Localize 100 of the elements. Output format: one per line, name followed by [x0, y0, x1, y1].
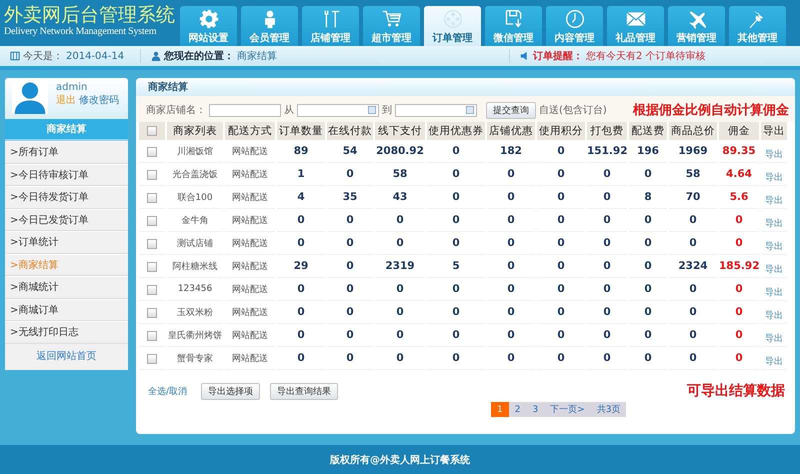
page-link[interactable]: 下一页>: [544, 402, 591, 417]
page-link[interactable]: 3: [526, 402, 544, 417]
table-cell: 0: [487, 209, 535, 232]
export-link[interactable]: 导出: [765, 172, 783, 182]
row-checkbox[interactable]: [147, 147, 157, 158]
nav-tab[interactable]: 营销管理: [668, 6, 725, 46]
table-cell: 58: [375, 163, 425, 186]
nav-tab[interactable]: 超市管理: [363, 6, 420, 46]
select-all-link[interactable]: 全选/取消: [148, 384, 188, 398]
sidebar-item[interactable]: >商城统计: [5, 276, 128, 298]
export-link[interactable]: 导出: [765, 288, 783, 298]
table-cell: 0: [487, 324, 535, 347]
row-checkbox[interactable]: [147, 331, 157, 342]
table-cell: 玉双米粉: [167, 301, 223, 324]
table-cell: 5: [427, 255, 485, 278]
table-cell: 0: [487, 301, 535, 324]
location-text: 商家结算: [237, 50, 277, 63]
page-link[interactable]: 共3页: [590, 402, 626, 417]
table-cell: 0: [537, 232, 585, 255]
sidebar-item[interactable]: >今日待发货订单: [5, 186, 128, 208]
sidebar-item[interactable]: >订单统计: [5, 231, 128, 254]
sidebar-item[interactable]: >今日已发货订单: [5, 208, 128, 231]
table-cell: 阿柱糖米线: [167, 255, 223, 278]
table-cell: 0: [719, 324, 759, 347]
floppy-download-icon: [504, 9, 524, 29]
submit-query-button[interactable]: 提交查询: [486, 102, 536, 118]
home-link[interactable]: 返回网站首页: [5, 344, 128, 364]
row-checkbox[interactable]: [147, 193, 157, 204]
table-cell: 0: [629, 209, 667, 232]
export-link[interactable]: 导出: [765, 356, 783, 366]
table-cell: 89.35: [719, 140, 759, 163]
export-button[interactable]: 导出查询结果: [270, 382, 338, 400]
table-cell: 0: [427, 186, 485, 209]
change-password-link[interactable]: 修改密码: [79, 93, 119, 107]
from-label: 从: [284, 104, 294, 117]
table-cell: 0: [427, 163, 485, 186]
table-cell: 网站配送: [225, 232, 275, 255]
table-cell: 网站配送: [225, 301, 275, 324]
column-header: 商品总价: [669, 122, 717, 140]
page-link[interactable]: 2: [508, 402, 526, 417]
table-cell: 网站配送: [225, 324, 275, 347]
export-button[interactable]: 导出选择项: [201, 382, 260, 400]
table-cell: 0: [487, 186, 535, 209]
table-cell: 2324: [669, 255, 717, 278]
table-cell: 0: [537, 301, 585, 324]
row-checkbox[interactable]: [147, 216, 157, 226]
export-link[interactable]: 导出: [765, 264, 783, 274]
date-text: 2014-04-14: [66, 50, 124, 62]
nav-tab[interactable]: 礼品管理: [607, 6, 664, 46]
export-note: 可导出结算数据: [687, 382, 785, 400]
export-link[interactable]: 导出: [765, 218, 783, 228]
row-checkbox[interactable]: [147, 170, 157, 180]
date-label: 今天是：: [23, 50, 63, 63]
table-cell: 0: [277, 301, 325, 324]
row-checkbox[interactable]: [147, 262, 157, 272]
table-cell: 4.64: [719, 163, 759, 186]
row-checkbox[interactable]: [147, 239, 157, 250]
nav-tab[interactable]: 店铺管理: [302, 6, 359, 46]
end-date-field[interactable]: [395, 104, 477, 116]
select-all-checkbox[interactable]: [147, 126, 157, 136]
export-link[interactable]: 导出: [765, 310, 783, 320]
table-cell: 0: [327, 324, 373, 347]
export-link[interactable]: 导出: [765, 242, 783, 252]
page-link[interactable]: 1: [491, 402, 509, 417]
sidebar-item[interactable]: >商家结算: [5, 254, 128, 276]
nav-tab[interactable]: 内容管理: [546, 6, 603, 46]
export-link[interactable]: 导出: [765, 334, 783, 344]
nav-tab[interactable]: 会员管理: [241, 6, 298, 46]
nav-tab[interactable]: 订单管理: [424, 6, 481, 46]
row-checkbox[interactable]: [147, 285, 157, 296]
table-cell: 0: [537, 209, 585, 232]
logout-link[interactable]: 退出: [56, 93, 76, 107]
table-cell: 0: [719, 301, 759, 324]
sidebar-item[interactable]: >今日待审核订单: [5, 164, 128, 186]
export-link[interactable]: 导出: [765, 150, 783, 160]
row-checkbox[interactable]: [147, 354, 157, 364]
nav-tab[interactable]: 其他管理: [729, 6, 786, 46]
table-cell: 0: [427, 209, 485, 232]
sidebar-item[interactable]: >所有订单: [5, 141, 128, 164]
shop-name-field[interactable]: [209, 104, 281, 116]
table-cell: 0: [427, 140, 485, 163]
calendar-icon: [466, 106, 474, 114]
table-cell: 网站配送: [225, 163, 275, 186]
sidebar-item[interactable]: >无线打印日志: [5, 321, 128, 344]
table-cell: 光合盖浇饭: [167, 163, 223, 186]
sidebar-item[interactable]: >商城订单: [5, 298, 128, 321]
row-checkbox[interactable]: [147, 308, 157, 318]
table-cell: 0: [487, 278, 535, 301]
export-link[interactable]: 导出: [765, 196, 783, 206]
table-cell: 2080.92: [375, 140, 425, 163]
table-cell: 0: [669, 324, 717, 347]
start-date-field[interactable]: [297, 104, 379, 116]
table-cell: 196: [629, 140, 667, 163]
nav-tab[interactable]: 网站设置: [180, 6, 237, 46]
table-cell: 1: [277, 163, 325, 186]
nav-tab[interactable]: 微信管理: [485, 6, 542, 46]
table-cell: 0: [427, 324, 485, 347]
table-cell: 0: [537, 255, 585, 278]
table-cell: 0: [277, 347, 325, 370]
table-cell: 网站配送: [225, 140, 275, 163]
